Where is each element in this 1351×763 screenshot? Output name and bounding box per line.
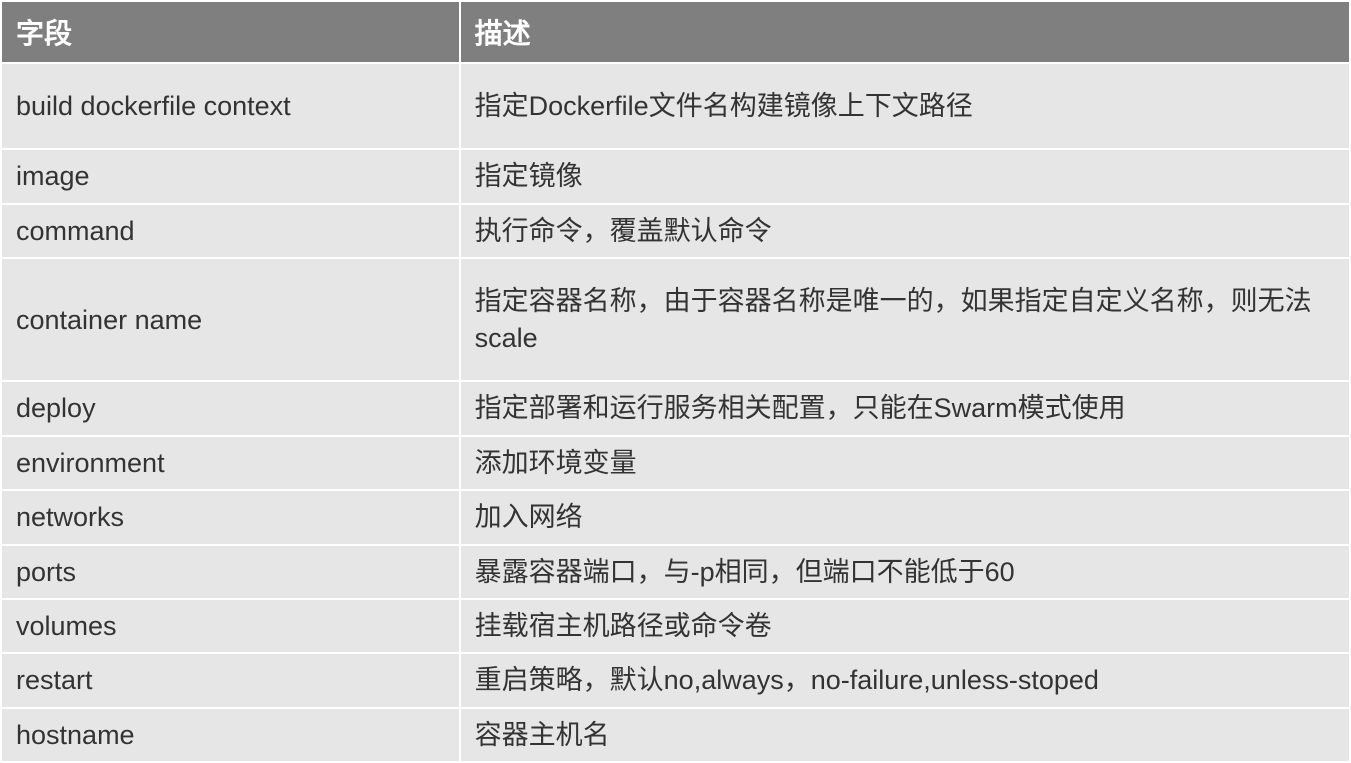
cell-description: 加入网络 <box>460 490 1350 544</box>
table-row: environment添加环境变量 <box>1 436 1350 490</box>
table-row: restart重启策略，默认no,always，no-failure,unles… <box>1 653 1350 707</box>
table-row: command执行命令，覆盖默认命令 <box>1 204 1350 258</box>
cell-description: 容器主机名 <box>460 708 1350 762</box>
cell-description: 指定部署和运行服务相关配置，只能在Swarm模式使用 <box>460 381 1350 435</box>
table-row: networks加入网络 <box>1 490 1350 544</box>
cell-field: image <box>1 149 460 203</box>
table-row: volumes挂载宿主机路径或命令卷 <box>1 599 1350 653</box>
cell-description: 重启策略，默认no,always，no-failure,unless-stope… <box>460 653 1350 707</box>
cell-description: 指定镜像 <box>460 149 1350 203</box>
cell-field: restart <box>1 653 460 707</box>
header-description: 描述 <box>460 1 1350 63</box>
cell-description: 挂载宿主机路径或命令卷 <box>460 599 1350 653</box>
table-header-row: 字段 描述 <box>1 1 1350 63</box>
header-field: 字段 <box>1 1 460 63</box>
table-row: container name指定容器名称，由于容器名称是唯一的，如果指定自定义名… <box>1 258 1350 381</box>
cell-field: hostname <box>1 708 460 762</box>
cell-description: 执行命令，覆盖默认命令 <box>460 204 1350 258</box>
table-row: deploy指定部署和运行服务相关配置，只能在Swarm模式使用 <box>1 381 1350 435</box>
cell-field: ports <box>1 545 460 599</box>
cell-field: command <box>1 204 460 258</box>
cell-field: build dockerfile context <box>1 63 460 149</box>
cell-description: 暴露容器端口，与-p相同，但端口不能低于60 <box>460 545 1350 599</box>
cell-field: deploy <box>1 381 460 435</box>
table-row: hostname容器主机名 <box>1 708 1350 762</box>
cell-field: container name <box>1 258 460 381</box>
table-row: build dockerfile context指定Dockerfile文件名构… <box>1 63 1350 149</box>
cell-field: networks <box>1 490 460 544</box>
table-row: ports暴露容器端口，与-p相同，但端口不能低于60 <box>1 545 1350 599</box>
fields-table: 字段 描述 build dockerfile context指定Dockerfi… <box>0 0 1351 763</box>
cell-description: 指定容器名称，由于容器名称是唯一的，如果指定自定义名称，则无法scale <box>460 258 1350 381</box>
table-row: image指定镜像 <box>1 149 1350 203</box>
cell-field: environment <box>1 436 460 490</box>
cell-description: 指定Dockerfile文件名构建镜像上下文路径 <box>460 63 1350 149</box>
cell-description: 添加环境变量 <box>460 436 1350 490</box>
cell-field: volumes <box>1 599 460 653</box>
